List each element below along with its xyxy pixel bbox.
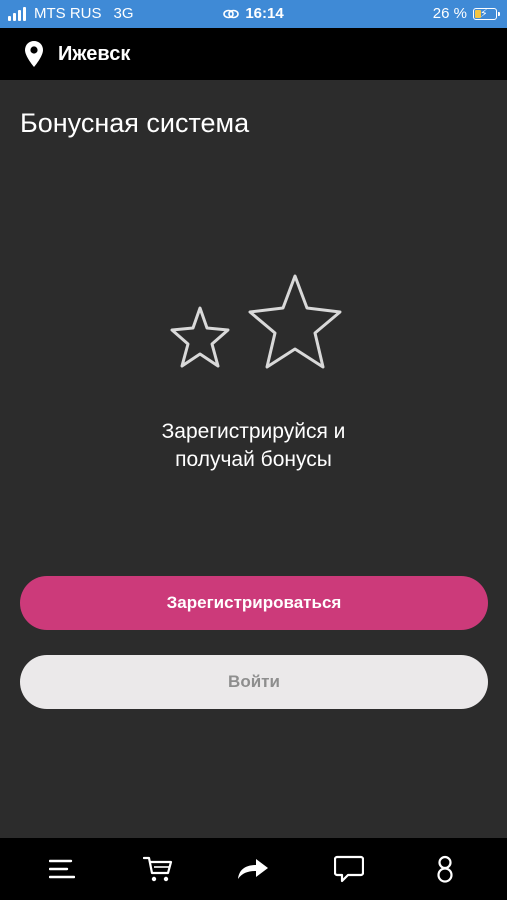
nav-menu[interactable] bbox=[32, 844, 92, 894]
cart-icon bbox=[142, 856, 172, 882]
promo-line-2: получай бонусы bbox=[175, 448, 332, 471]
page-title: Бонусная система bbox=[20, 108, 250, 138]
city-name: Ижевск bbox=[58, 42, 131, 65]
promo-line-1: Зарегистрируйся и bbox=[161, 420, 346, 443]
profile-icon bbox=[437, 855, 453, 883]
stars-icon bbox=[170, 274, 342, 369]
share-icon bbox=[238, 859, 269, 879]
login-button[interactable]: Войти bbox=[20, 655, 488, 709]
status-time: 16:14 bbox=[245, 5, 284, 22]
small-star-icon bbox=[170, 306, 230, 368]
register-button[interactable]: Зарегистрироваться bbox=[20, 576, 488, 630]
city-selector[interactable]: Ижевск bbox=[0, 28, 507, 80]
menu-icon bbox=[48, 859, 75, 879]
charging-bolt-icon: ⚡ bbox=[480, 7, 488, 20]
status-right: 26 % ⚡ bbox=[432, 5, 500, 22]
status-bar: MTS RUS 3G 16:14 26 % ⚡ bbox=[0, 0, 507, 28]
battery-percent: 26 % bbox=[432, 5, 467, 22]
status-time-wrap: 16:14 bbox=[0, 5, 507, 22]
location-pin-icon bbox=[25, 41, 43, 67]
bottom-nav bbox=[0, 838, 507, 900]
nav-chat[interactable] bbox=[319, 844, 379, 894]
battery-icon: ⚡ bbox=[473, 7, 500, 20]
chat-icon bbox=[334, 855, 365, 883]
nav-share[interactable] bbox=[223, 844, 283, 894]
nav-cart[interactable] bbox=[128, 844, 188, 894]
promo-text: Зарегистрируйся и получай бонусы bbox=[0, 418, 507, 474]
link-icon bbox=[223, 9, 240, 19]
nav-profile[interactable] bbox=[415, 844, 475, 894]
large-star-icon bbox=[248, 274, 342, 369]
